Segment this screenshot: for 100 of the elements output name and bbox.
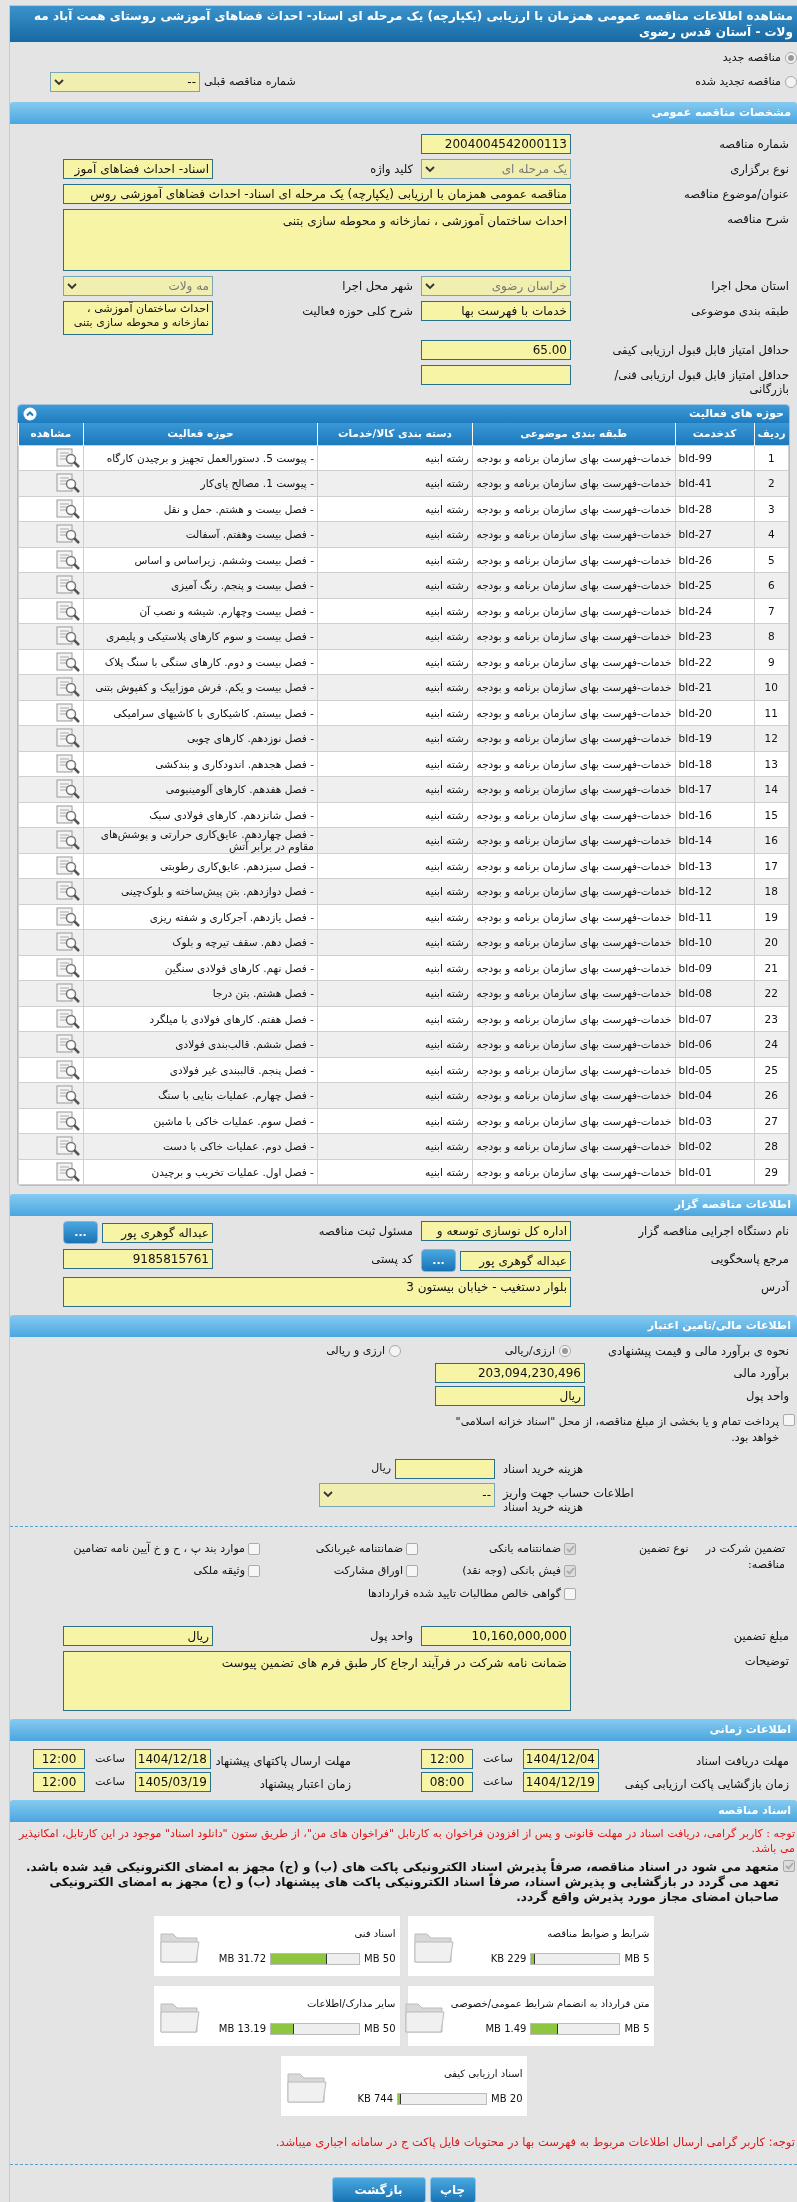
table-cell: bld-03 bbox=[675, 1108, 755, 1134]
radio-button[interactable] bbox=[785, 76, 797, 88]
checkbox[interactable] bbox=[248, 1542, 260, 1555]
view-icon[interactable] bbox=[55, 830, 80, 851]
dropdown[interactable]: -- bbox=[50, 72, 200, 92]
table-cell: خدمات-فهرست بهای سازمان برنامه و بودجه bbox=[472, 700, 676, 726]
checkbox[interactable] bbox=[783, 1860, 795, 1872]
input-field[interactable]: 9185815761 bbox=[63, 1249, 213, 1269]
view-icon[interactable] bbox=[55, 881, 80, 902]
input-field[interactable] bbox=[421, 365, 571, 385]
back-button[interactable]: بازگشت bbox=[331, 2177, 426, 2202]
view-icon[interactable] bbox=[55, 906, 80, 927]
view-icon[interactable] bbox=[55, 575, 80, 596]
input-field[interactable]: ریال bbox=[63, 1626, 213, 1646]
date-field[interactable]: 1404/12/19 bbox=[523, 1772, 599, 1792]
file-name[interactable]: متن قرارداد به انضمام شرایط عمومی/خصوصی bbox=[450, 1996, 650, 2011]
view-icon[interactable] bbox=[55, 524, 80, 545]
table-cell: bld-21 bbox=[675, 674, 755, 700]
input-field[interactable]: 2004004542000113 bbox=[421, 134, 571, 154]
table-cell: bld-24 bbox=[675, 598, 755, 624]
file-name[interactable]: اسناد ارزیابی کیفی bbox=[332, 2066, 523, 2081]
field-label: شماره مناقصه bbox=[718, 136, 790, 151]
table-cell: - فصل بیست وچهارم. شیشه و نصب آن bbox=[83, 598, 318, 624]
table-cell: خدمات-فهرست بهای سازمان برنامه و بودجه bbox=[472, 445, 676, 471]
table-cell: 25 bbox=[754, 1057, 789, 1083]
view-icon[interactable] bbox=[55, 855, 80, 876]
view-icon[interactable] bbox=[55, 702, 80, 723]
input-field[interactable]: 65.00 bbox=[421, 340, 571, 360]
checkbox[interactable] bbox=[406, 1565, 418, 1578]
view-icon[interactable] bbox=[55, 1059, 80, 1080]
date-field[interactable]: 1404/12/04 bbox=[523, 1749, 599, 1769]
table-cell: 29 bbox=[754, 1159, 789, 1185]
view-icon[interactable] bbox=[55, 447, 80, 468]
table-cell: خدمات-فهرست بهای سازمان برنامه و بودجه bbox=[472, 674, 676, 700]
input-field[interactable]: خدمات با فهرست بها bbox=[421, 301, 571, 321]
table-cell: 19 bbox=[754, 904, 789, 930]
more-button[interactable]: ... bbox=[421, 1249, 456, 1272]
view-icon[interactable] bbox=[55, 983, 80, 1004]
view-icon[interactable] bbox=[55, 549, 80, 570]
file-name[interactable]: سایر مدارک/اطلاعات bbox=[205, 1996, 396, 2011]
radio-button[interactable] bbox=[389, 1345, 401, 1358]
checkbox[interactable] bbox=[783, 1413, 795, 1426]
checkbox[interactable] bbox=[248, 1565, 260, 1578]
view-icon[interactable] bbox=[55, 1110, 80, 1131]
view-icon[interactable] bbox=[55, 677, 80, 698]
view-icon[interactable] bbox=[55, 1034, 80, 1055]
table-cell: خدمات-فهرست بهای سازمان برنامه و بودجه bbox=[472, 1108, 676, 1134]
input-field[interactable]: اسناد- احداث فضاهای آموز bbox=[63, 159, 213, 179]
text-area[interactable]: بلوار دستغیب - خیابان بیستون 3 bbox=[63, 1277, 571, 1307]
file-name[interactable]: شرایط و ضوابط مناقصه bbox=[459, 1926, 650, 1941]
table-cell: رشته ابنیه bbox=[317, 904, 473, 930]
input-field[interactable]: مناقصه عمومی همزمان با ارزیابی (یکپارچه) یک مرحله ای اسناد- احداث فضاهای آموزشی روس bbox=[63, 184, 571, 204]
checkbox[interactable] bbox=[564, 1587, 576, 1600]
checkbox[interactable] bbox=[406, 1542, 418, 1555]
input-field[interactable]: ریال bbox=[435, 1385, 585, 1406]
time-field[interactable]: 08:00 bbox=[421, 1772, 473, 1792]
radio-button[interactable] bbox=[785, 52, 797, 64]
input-field[interactable]: اداره کل نوسازی توسعه و bbox=[421, 1221, 571, 1241]
more-button[interactable]: ... bbox=[63, 1221, 98, 1244]
view-icon[interactable] bbox=[55, 1085, 80, 1106]
text-area[interactable]: ضمانت نامه شرکت در فرآیند ارجاع کار طبق فرم های تضمین پیوست bbox=[63, 1651, 571, 1711]
view-icon[interactable] bbox=[55, 804, 80, 825]
table-cell: 1 bbox=[754, 445, 789, 471]
unit-label: ریال bbox=[371, 1460, 391, 1477]
radio-button[interactable] bbox=[559, 1345, 571, 1358]
view-icon[interactable] bbox=[55, 651, 80, 672]
input-field[interactable]: عبداله گوهری پور bbox=[460, 1250, 571, 1271]
table-cell: 11 bbox=[754, 700, 789, 726]
date-field[interactable]: 1405/03/19 bbox=[135, 1772, 211, 1792]
print-button[interactable]: چاپ bbox=[429, 2177, 476, 2202]
view-icon[interactable] bbox=[55, 1008, 80, 1029]
time-field[interactable]: 12:00 bbox=[421, 1749, 473, 1769]
field-label: شهر محل اجرا bbox=[341, 278, 414, 293]
file-name[interactable]: اسناد فنی bbox=[205, 1926, 396, 1941]
date-field[interactable]: 1404/12/18 bbox=[135, 1749, 211, 1769]
text-area[interactable]: احداث ساختمان آموزشی ، نمازخانه و محوطه سازی بتنی bbox=[63, 301, 213, 335]
dropdown[interactable]: -- bbox=[319, 1482, 495, 1507]
time-field[interactable]: 12:00 bbox=[33, 1749, 85, 1769]
view-icon[interactable] bbox=[55, 498, 80, 519]
view-icon[interactable] bbox=[55, 957, 80, 978]
view-icon[interactable] bbox=[55, 1161, 80, 1182]
input-field[interactable] bbox=[395, 1458, 495, 1479]
table-cell: - فصل بیست و دوم. کارهای سنگی با سنگ پلاک bbox=[83, 649, 318, 675]
collapse-icon[interactable] bbox=[23, 407, 37, 421]
time-field[interactable]: 12:00 bbox=[33, 1772, 85, 1792]
table-cell: - فصل شانزدهم. کارهای فولادی سبک bbox=[83, 802, 318, 828]
text-area[interactable]: احداث ساختمان آموزشی ، نمازخانه و محوطه سازی بتنی bbox=[63, 209, 571, 271]
input-field[interactable]: عبداله گوهری پور bbox=[102, 1222, 213, 1243]
view-icon[interactable] bbox=[55, 932, 80, 953]
view-icon[interactable] bbox=[55, 1136, 80, 1157]
view-icon[interactable] bbox=[55, 626, 80, 647]
checkbox[interactable] bbox=[564, 1542, 576, 1555]
view-icon[interactable] bbox=[55, 600, 80, 621]
input-field[interactable]: 10,160,000,000 bbox=[421, 1626, 571, 1646]
input-field[interactable]: 203,094,230,496 bbox=[435, 1362, 585, 1383]
view-icon[interactable] bbox=[55, 728, 80, 749]
view-icon[interactable] bbox=[55, 779, 80, 800]
view-icon[interactable] bbox=[55, 753, 80, 774]
view-icon[interactable] bbox=[55, 473, 80, 494]
checkbox[interactable] bbox=[564, 1565, 576, 1578]
